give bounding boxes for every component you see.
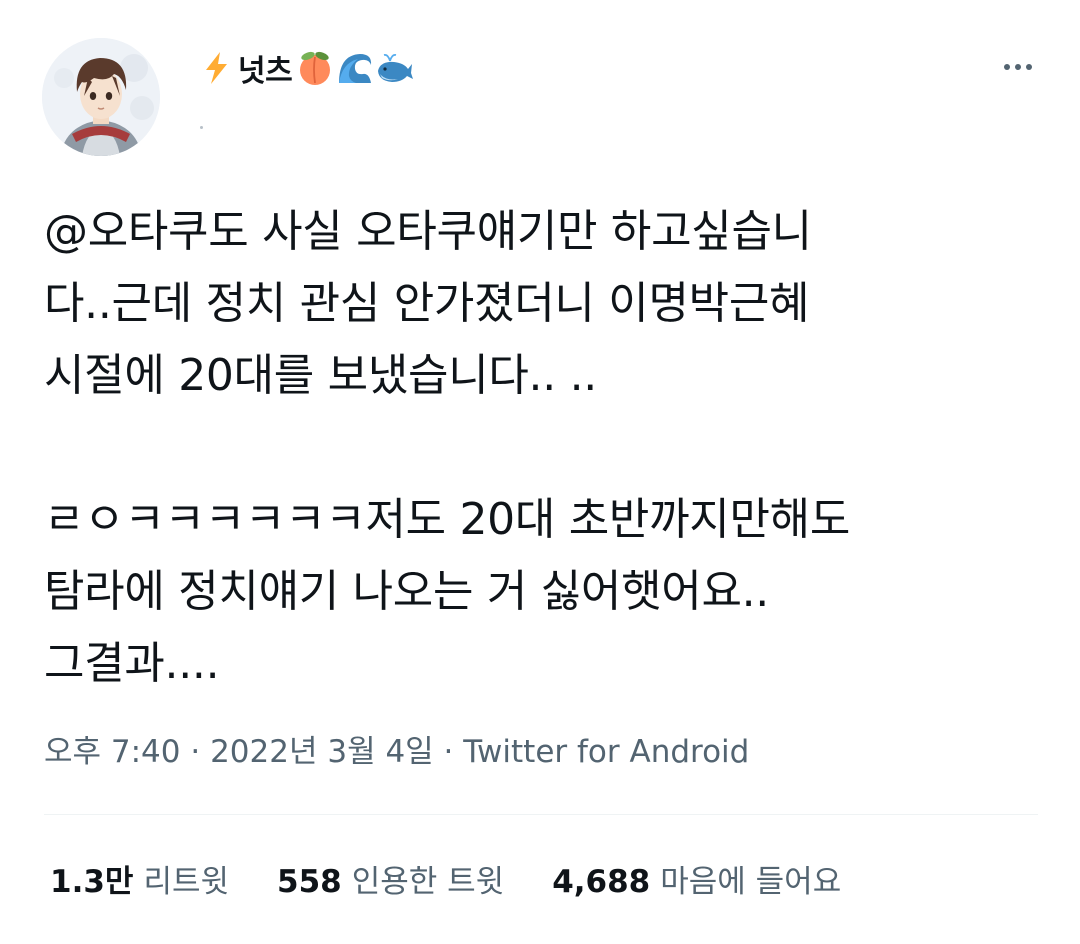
dot-icon <box>1026 64 1032 70</box>
avatar-image <box>42 38 160 156</box>
tweet-stats: 1.3만 리트윗 558 인용한 트윗 4,688 마음에 들어요 <box>50 856 841 901</box>
divider <box>44 814 1038 815</box>
tweet-source[interactable]: Twitter for Android <box>463 734 749 770</box>
likes-stat[interactable]: 4,688 마음에 들어요 <box>552 856 841 901</box>
lightning-icon <box>198 49 236 87</box>
retweet-label: 리트윗 <box>143 864 229 900</box>
like-label: 마음에 들어요 <box>660 864 842 900</box>
meta-separator: · <box>180 734 211 770</box>
handle-placeholder <box>200 126 203 129</box>
author-display-name[interactable]: 넛츠 <box>196 46 414 90</box>
tweet-text: @오타쿠도 사실 오타쿠얘기만 하고싶습니 다..근데 정치 관심 안가졌더니 … <box>44 196 1044 700</box>
dot-icon <box>1015 64 1021 70</box>
meta-separator: · <box>433 734 464 770</box>
tweet-paragraph: @오타쿠도 사실 오타쿠얘기만 하고싶습니 다..근데 정치 관심 안가졌더니 … <box>44 206 812 401</box>
tweet-date[interactable]: 2022년 3월 4일 <box>210 734 434 770</box>
more-options-button[interactable] <box>998 52 1038 82</box>
wave-icon <box>336 49 374 87</box>
author-name-text: 넛츠 <box>238 54 293 89</box>
retweets-stat[interactable]: 1.3만 리트윗 <box>50 856 229 901</box>
like-count: 4,688 <box>552 864 651 900</box>
quotes-stat[interactable]: 558 인용한 트윗 <box>277 856 504 901</box>
peach-icon <box>296 49 334 87</box>
tweet-time[interactable]: 오후 7:40 <box>44 734 181 770</box>
quote-count: 558 <box>277 864 342 900</box>
quote-label: 인용한 트윗 <box>351 864 505 900</box>
dot-icon <box>1004 64 1010 70</box>
retweet-count: 1.3만 <box>50 864 134 900</box>
avatar[interactable] <box>42 38 160 156</box>
whale-icon <box>376 49 414 87</box>
tweet-metadata: 오후 7:40 · 2022년 3월 4일 · Twitter for Andr… <box>44 726 749 771</box>
tweet-detail: 넛츠 @오타쿠도 사실 오타쿠얘기만 하고싶습니 다..근데 정치 관심 안가졌… <box>0 0 1080 944</box>
tweet-paragraph: ㄹㅇㅋㅋㅋㅋㅋㅋ저도 20대 초반까지만해도 탐라에 정치얘기 나오는 거 싫어… <box>44 494 850 689</box>
